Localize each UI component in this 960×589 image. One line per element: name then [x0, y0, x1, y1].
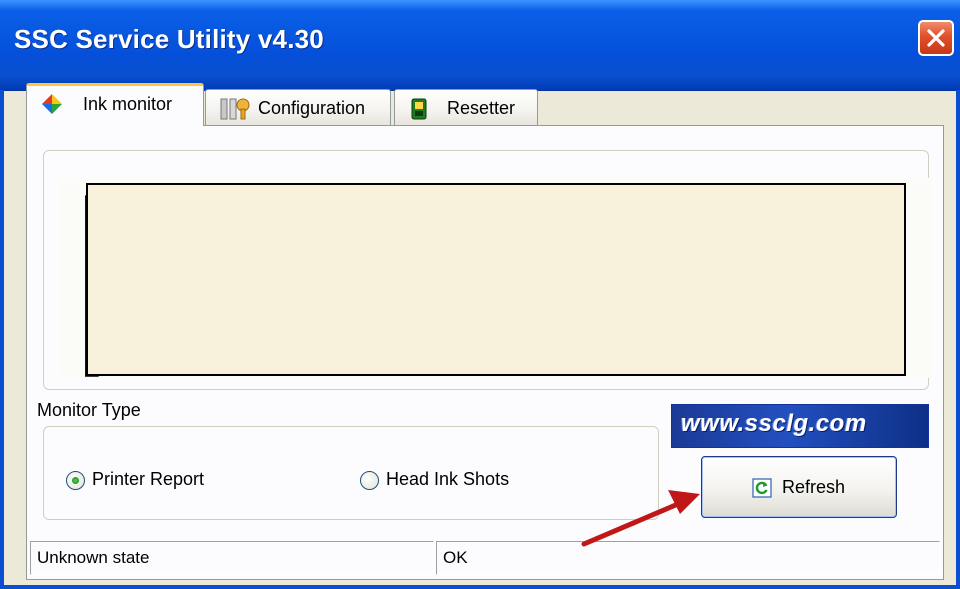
close-icon: [927, 29, 945, 47]
chip-icon: [411, 98, 427, 120]
status-state: Unknown state: [30, 541, 434, 575]
annotation-arrow: [581, 490, 700, 547]
ink-monitor-panel: Monitor Type Printer Report Head Ink Sho…: [26, 125, 944, 580]
ink-level-bar: [86, 183, 906, 376]
printer-report-label[interactable]: Printer Report: [92, 469, 204, 490]
title-bar[interactable]: SSC Service Utility v4.30: [0, 0, 960, 91]
window-frame: [0, 585, 960, 589]
app-window: SSC Service Utility v4.30 Ink monitor Co…: [0, 0, 960, 589]
tab-label: Ink monitor: [83, 94, 173, 114]
refresh-icon: [752, 478, 772, 498]
tab-resetter[interactable]: Resetter: [394, 89, 538, 125]
close-button[interactable]: [918, 20, 954, 56]
tab-label: Configuration: [258, 98, 366, 118]
refresh-button[interactable]: Refresh: [701, 456, 897, 518]
status-bar: Unknown state OK: [4, 541, 940, 575]
head-ink-shots-label[interactable]: Head Ink Shots: [386, 469, 509, 490]
ink-drops-icon: [42, 94, 62, 114]
window-frame: [0, 90, 4, 589]
monitor-type-label: Monitor Type: [37, 400, 141, 420]
refresh-label: Refresh: [782, 477, 846, 497]
tab-configuration[interactable]: Configuration: [205, 89, 391, 125]
head-ink-shots-radio[interactable]: [360, 471, 379, 490]
tools-icon: [220, 98, 250, 120]
window-frame: [956, 90, 960, 589]
website-url: www.ssclg.com: [681, 410, 867, 437]
printer-report-radio[interactable]: [66, 471, 85, 490]
website-banner[interactable]: www.ssclg.com: [671, 404, 929, 448]
tab-label: Resetter: [447, 98, 516, 118]
window-title: SSC Service Utility v4.30: [14, 24, 324, 54]
tab-ink-monitor[interactable]: Ink monitor: [26, 83, 204, 126]
radio-selected-dot: [72, 477, 79, 484]
